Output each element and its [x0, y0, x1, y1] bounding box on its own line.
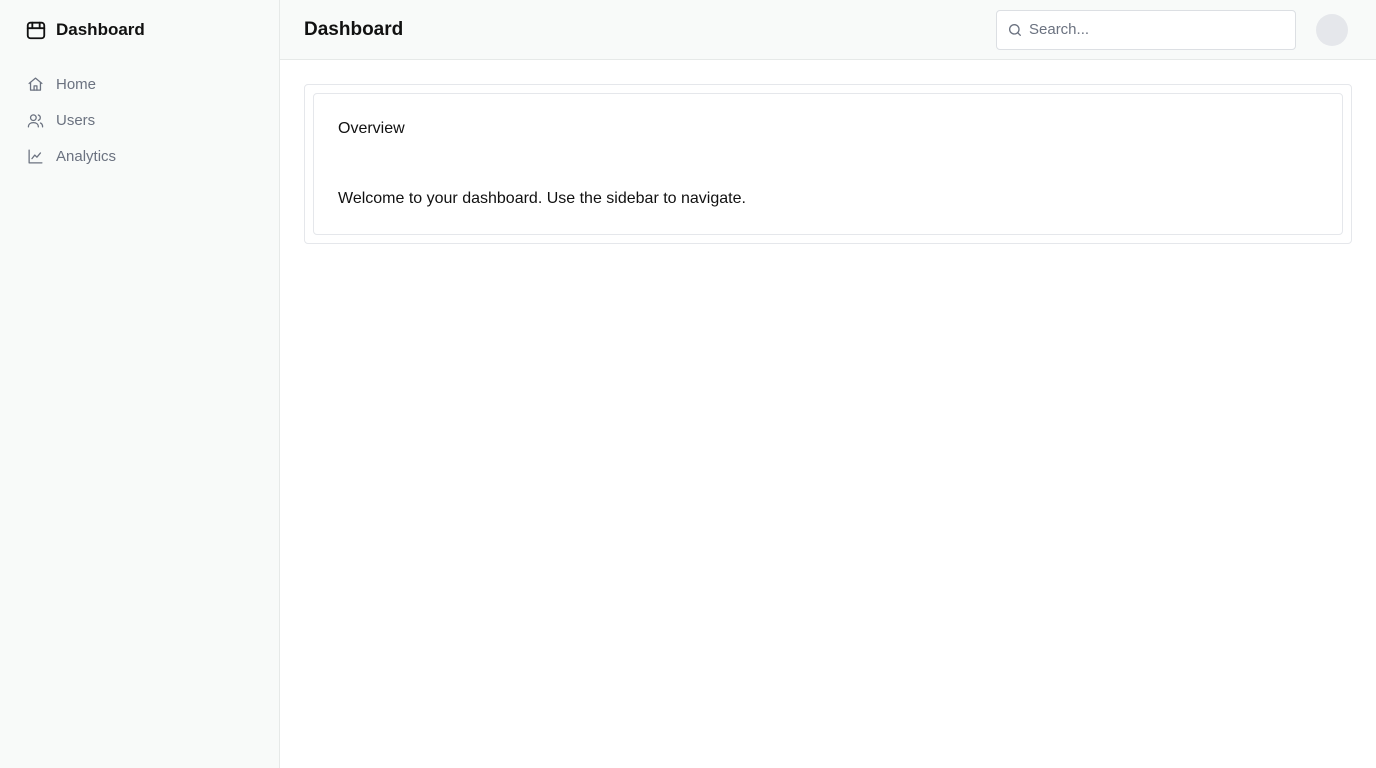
sidebar-item-users[interactable]: Users [16, 104, 263, 136]
sidebar-item-label: Analytics [56, 147, 117, 165]
search-box[interactable] [996, 9, 1296, 50]
users-icon [26, 111, 44, 129]
search-input[interactable] [997, 10, 1295, 49]
home-icon [26, 75, 44, 93]
page-title: Dashboard [304, 18, 404, 40]
card-text: Welcome to your dashboard. Use the sideb… [338, 190, 746, 207]
card-container: Overview Welcome to your dashboard. Use … [304, 84, 1352, 244]
top-header: Dashboard [280, 0, 1376, 60]
brand[interactable]: Dashboard [0, 0, 279, 60]
sidebar: Dashboard Home Users Analytics [0, 0, 280, 768]
brand-name: Dashboard [56, 20, 145, 39]
chart-line-icon [26, 147, 44, 165]
card-title: Overview [338, 120, 405, 137]
sidebar-item-label: Users [56, 111, 96, 129]
content: Overview Welcome to your dashboard. Use … [280, 60, 1376, 244]
overview-card: Overview Welcome to your dashboard. Use … [313, 93, 1343, 235]
box-icon [24, 18, 48, 42]
sidebar-nav: Home Users Analytics [0, 60, 279, 172]
search-icon [1007, 22, 1023, 38]
avatar[interactable] [1316, 13, 1348, 46]
sidebar-item-analytics[interactable]: Analytics [16, 140, 263, 172]
main-area: Dashboard Overview Welcome to your dashb… [280, 0, 1376, 768]
sidebar-item-home[interactable]: Home [16, 68, 263, 100]
app-shell: Dashboard Home Users Analytics Dashboard… [0, 0, 1376, 768]
sidebar-item-label: Home [56, 75, 97, 93]
